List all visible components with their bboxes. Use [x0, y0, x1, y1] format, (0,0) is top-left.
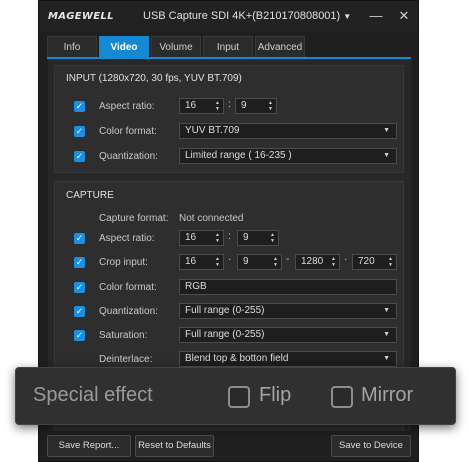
capture-aspect-w-value: 16	[185, 232, 197, 243]
tab-volume[interactable]: Volume	[151, 36, 201, 58]
crop-top-stepper[interactable]: 9 ▲ ▼	[237, 254, 282, 270]
minimize-icon[interactable]: —	[367, 7, 385, 25]
spinner-arrows-icon[interactable]: ▲ ▼	[215, 100, 220, 112]
chevron-down-icon: ▼	[383, 127, 390, 134]
flip-checkbox[interactable]	[228, 386, 250, 408]
saturation-value: Full range (0-255)	[185, 329, 265, 340]
checkmark-icon[interactable]: ✓	[74, 306, 85, 317]
mirror-label: Mirror	[361, 384, 414, 406]
special-effect-callout: Special effect Flip Mirror	[15, 367, 456, 425]
input-aspect-w-value: 16	[185, 100, 197, 111]
magewell-logo: MAGEWELL	[48, 11, 114, 22]
tab-video[interactable]: Video	[99, 36, 149, 58]
crop-height-value: 720	[358, 256, 375, 267]
title-bar: MAGEWELL USB Capture SDI 4K+(B2101708080…	[39, 1, 418, 31]
input-quantization-label: Quantization:	[99, 151, 158, 162]
spinner-arrows-icon[interactable]: ▲ ▼	[273, 256, 278, 268]
capture-quantization-value: Full range (0-255)	[185, 305, 265, 316]
spinner-arrows-icon[interactable]: ▲ ▼	[331, 256, 336, 268]
spinner-arrows-icon[interactable]: ▲ ▼	[215, 256, 220, 268]
crop-separator: -	[286, 254, 290, 265]
ratio-separator: :	[228, 99, 231, 110]
capture-quantization-label: Quantization:	[99, 306, 158, 317]
chevron-down-icon: ▼	[383, 355, 390, 362]
input-quantization-select[interactable]: Limited range ( 16-235 ) ▼	[179, 148, 397, 164]
save-report-button[interactable]: Save Report...	[47, 435, 131, 457]
mirror-checkbox[interactable]	[331, 386, 353, 408]
checkmark-icon[interactable]: ✓	[74, 101, 85, 112]
bottom-toolbar: Save Report... Reset to Defaults Save to…	[39, 431, 418, 461]
capture-aspect-w-stepper[interactable]: 16 ▲ ▼	[179, 230, 224, 246]
input-aspect-ratio-label: Aspect ratio:	[99, 101, 155, 112]
chevron-down-icon: ▼	[383, 331, 390, 338]
crop-top-value: 9	[243, 256, 249, 267]
capture-format-label: Capture format:	[99, 213, 169, 224]
input-color-format-label: Color format:	[99, 126, 157, 137]
spinner-arrows-icon[interactable]: ▲ ▼	[215, 232, 220, 244]
save-to-device-button[interactable]: Save to Device	[331, 435, 411, 457]
checkmark-icon[interactable]: ✓	[74, 257, 85, 268]
input-group: INPUT (1280x720, 30 fps, YUV BT.709) ✓ A…	[54, 65, 404, 173]
device-selector[interactable]: USB Capture SDI 4K+(B210170808001) ▼	[143, 10, 351, 22]
capture-section-title: CAPTURE	[66, 190, 114, 201]
chevron-down-icon: ▼	[343, 12, 352, 21]
flip-label: Flip	[259, 384, 292, 406]
input-aspect-h-value: 9	[241, 100, 247, 111]
crop-width-stepper[interactable]: 1280 ▲ ▼	[295, 254, 340, 270]
crop-left-value: 16	[185, 256, 197, 267]
saturation-select[interactable]: Full range (0-255) ▼	[179, 327, 397, 343]
crop-input-label: Crop input:	[99, 257, 148, 268]
capture-color-format-field[interactable]: RGB	[179, 279, 397, 295]
crop-separator: ·	[228, 254, 232, 265]
tab-info[interactable]: Info	[47, 36, 97, 58]
capture-quantization-select[interactable]: Full range (0-255) ▼	[179, 303, 397, 319]
spinner-arrows-icon[interactable]: ▲ ▼	[268, 100, 273, 112]
input-aspect-h-stepper[interactable]: 9 ▲ ▼	[235, 98, 277, 114]
input-aspect-w-stepper[interactable]: 16 ▲ ▼	[179, 98, 224, 114]
ratio-separator: :	[228, 231, 231, 242]
crop-height-stepper[interactable]: 720 ▲ ▼	[352, 254, 397, 270]
reset-defaults-button[interactable]: Reset to Defaults	[135, 435, 214, 457]
saturation-label: Saturation:	[99, 330, 148, 341]
checkmark-icon[interactable]: ✓	[74, 151, 85, 162]
deinterlace-label: Deinterlace:	[99, 354, 153, 365]
capture-format-value: Not connected	[179, 213, 244, 224]
tab-advanced[interactable]: Advanced	[255, 36, 305, 58]
close-icon[interactable]: ✕	[395, 7, 413, 25]
input-color-format-value: YUV BT.709	[185, 125, 240, 136]
capture-aspect-h-stepper[interactable]: 9 ▲ ▼	[237, 230, 279, 246]
deinterlace-select[interactable]: Blend top & botton field ▼	[179, 351, 397, 367]
special-effect-title: Special effect	[33, 384, 153, 406]
spinner-arrows-icon[interactable]: ▲ ▼	[270, 232, 275, 244]
capture-color-format-value: RGB	[185, 281, 207, 292]
input-color-format-select[interactable]: YUV BT.709 ▼	[179, 123, 397, 139]
spinner-arrows-icon[interactable]: ▲ ▼	[388, 256, 393, 268]
crop-separator: ·	[344, 254, 348, 265]
crop-left-stepper[interactable]: 16 ▲ ▼	[179, 254, 224, 270]
capture-aspect-h-value: 9	[243, 232, 249, 243]
chevron-down-icon: ▼	[383, 152, 390, 159]
crop-width-value: 1280	[301, 256, 324, 267]
checkmark-icon[interactable]: ✓	[74, 282, 85, 293]
tab-input[interactable]: Input	[203, 36, 253, 58]
capture-aspect-ratio-label: Aspect ratio:	[99, 233, 155, 244]
window-title: USB Capture SDI 4K+(B210170808001)	[143, 10, 341, 22]
checkmark-icon[interactable]: ✓	[74, 233, 85, 244]
input-quantization-value: Limited range ( 16-235 )	[185, 150, 292, 161]
chevron-down-icon: ▼	[383, 307, 390, 314]
capture-color-format-label: Color format:	[99, 282, 157, 293]
input-section-title: INPUT (1280x720, 30 fps, YUV BT.709)	[66, 73, 242, 84]
deinterlace-value: Blend top & botton field	[185, 353, 289, 364]
checkmark-icon[interactable]: ✓	[74, 330, 85, 341]
checkmark-icon[interactable]: ✓	[74, 126, 85, 137]
